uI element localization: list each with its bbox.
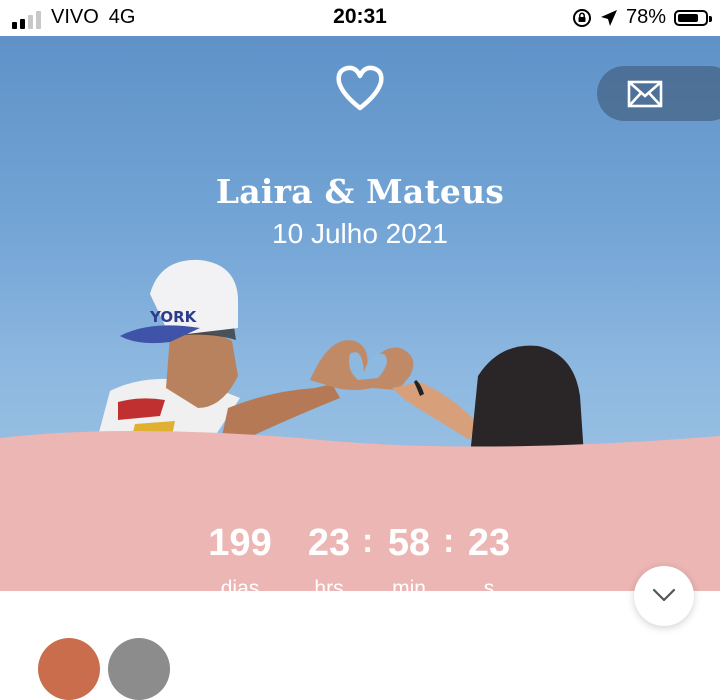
countdown-background (0, 431, 720, 591)
avatar[interactable] (38, 638, 100, 700)
orientation-lock-icon (572, 8, 591, 27)
countdown-seconds: 23 (467, 522, 511, 564)
location-arrow-icon (600, 9, 617, 26)
countdown-minutes: 58 (387, 522, 431, 564)
countdown-seconds-label: s (483, 577, 495, 591)
scroll-down-button[interactable] (634, 566, 694, 626)
countdown-minutes-label: min (392, 577, 426, 591)
message-button[interactable] (597, 66, 720, 121)
svg-text:YORK: YORK (149, 308, 198, 326)
chevron-down-icon (652, 588, 676, 602)
countdown-days-label: dias (220, 577, 260, 591)
avatar[interactable] (108, 638, 170, 700)
wedding-date: 10 Julho 2021 (272, 218, 448, 249)
hero-section: YORK Laira & Mateus 10 Julho 2021 199 di… (0, 36, 720, 591)
countdown-separator: : (362, 522, 374, 560)
countdown-hours-label: hrs (314, 577, 344, 591)
battery-icon (674, 9, 712, 26)
countdown-days: 199 (208, 522, 272, 564)
countdown-separator: : (443, 522, 455, 560)
battery-percent: 78% (625, 6, 666, 28)
status-bar: VIVO 4G 20:31 78% (0, 0, 720, 36)
countdown-panel: 199 dias 23 hrs : 58 min : 23 s (0, 426, 720, 591)
countdown-hours: 23 (307, 522, 351, 564)
status-bar-right: 78% (572, 6, 712, 29)
heart-icon (336, 65, 384, 111)
envelope-icon (627, 80, 663, 108)
couple-names: Laira & Mateus (215, 172, 505, 211)
